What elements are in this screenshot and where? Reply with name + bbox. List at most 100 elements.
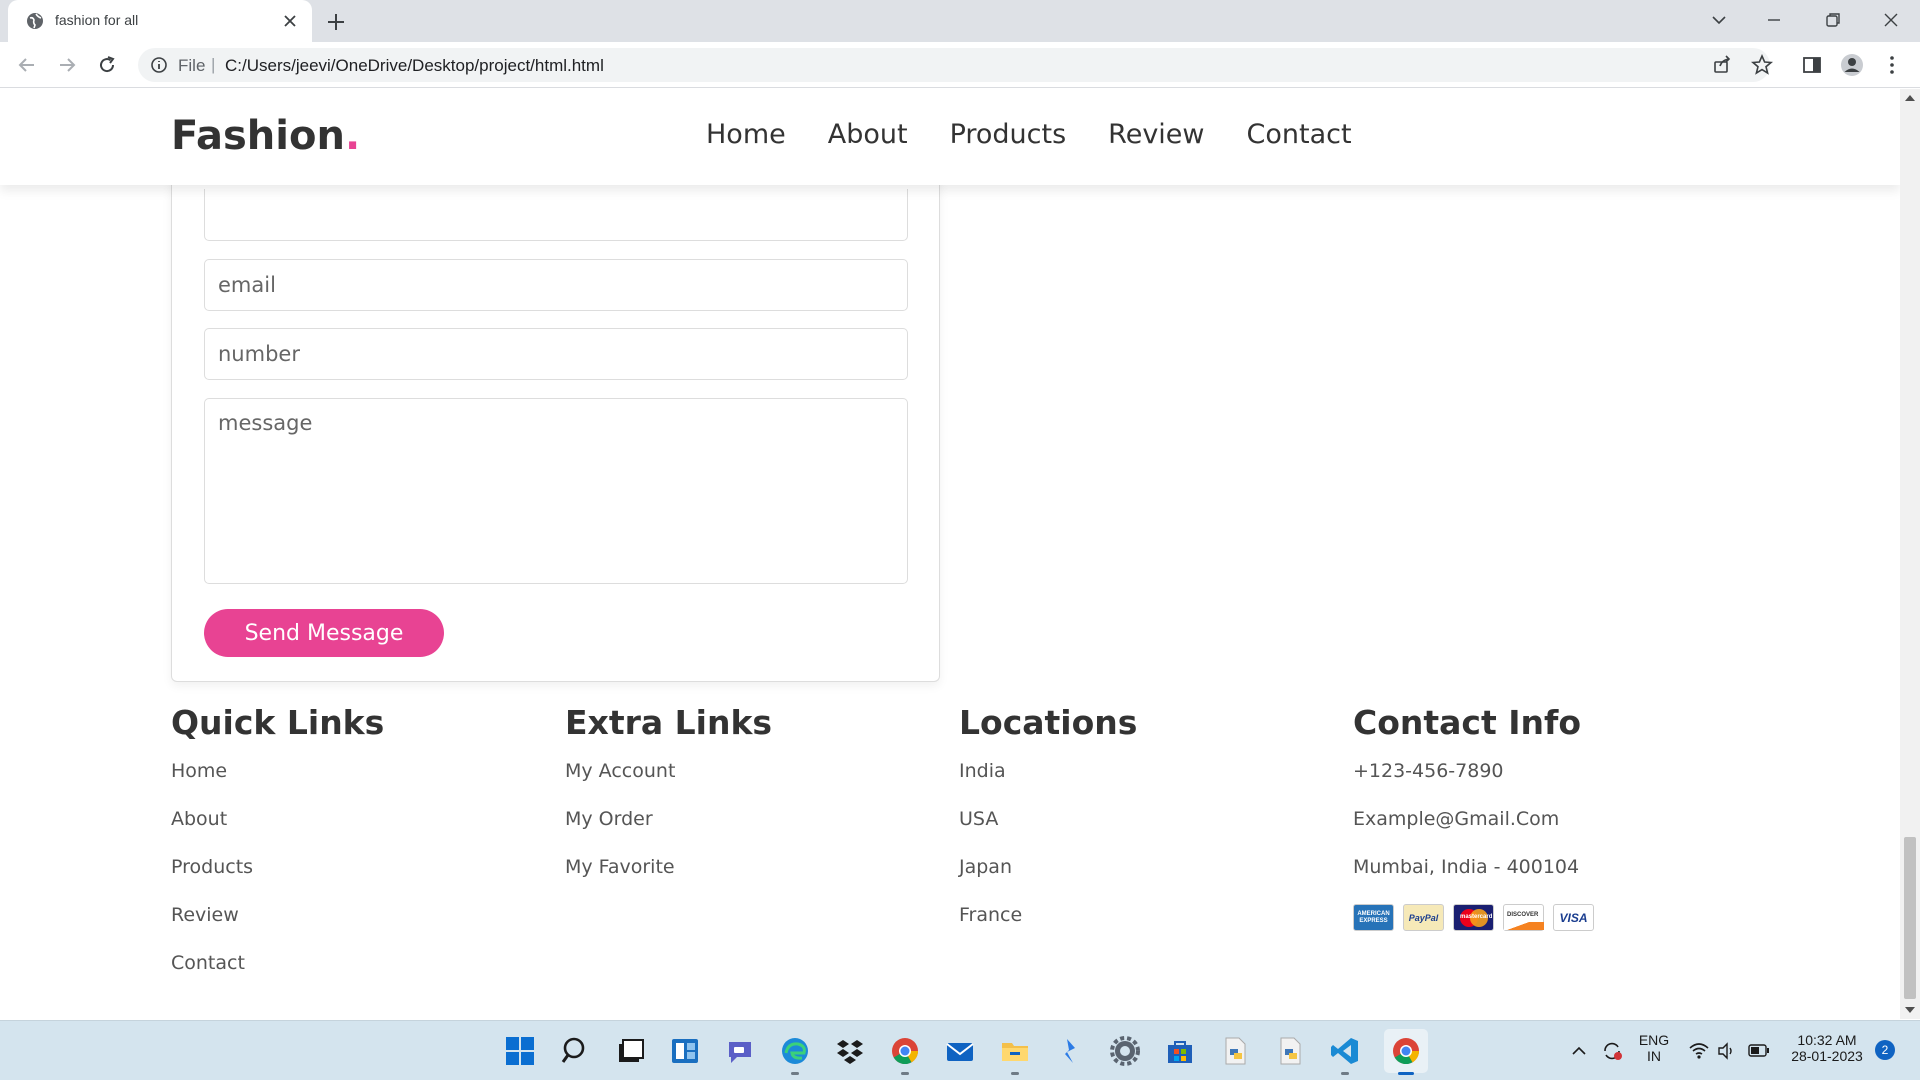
- start-windows-icon[interactable]: [504, 1035, 536, 1067]
- quick-link-about[interactable]: About: [171, 808, 551, 856]
- discover-card-text: DISCOVER: [1507, 912, 1539, 918]
- nav-contact[interactable]: Contact: [1247, 119, 1352, 150]
- payment-cards: AMERICAN EXPRESS PayPal mastercard DISCO…: [1353, 904, 1733, 931]
- battery-icon[interactable]: [1748, 1043, 1770, 1059]
- nav-home[interactable]: Home: [706, 119, 786, 150]
- extra-link-favorite[interactable]: My Favorite: [565, 856, 945, 904]
- page-viewport: Fashion. Home About Products Review Cont…: [0, 89, 1900, 1019]
- vscode-running-indicator: [1341, 1072, 1349, 1075]
- extra-link-order[interactable]: My Order: [565, 808, 945, 856]
- browser-tab[interactable]: fashion for all: [8, 0, 312, 42]
- url-text[interactable]: C:/Users/jeevi/OneDrive/Desktop/project/…: [225, 56, 604, 76]
- location-france[interactable]: France: [959, 904, 1339, 952]
- new-tab-icon[interactable]: [324, 10, 348, 34]
- contact-info-title: Contact Info: [1353, 703, 1582, 742]
- message-field[interactable]: [204, 398, 908, 584]
- python-idle-icon[interactable]: [1274, 1035, 1306, 1067]
- back-arrow-icon[interactable]: [15, 53, 39, 77]
- scroll-down-arrow[interactable]: [1905, 1007, 1915, 1013]
- vscode-icon[interactable]: [1329, 1035, 1361, 1075]
- bookmark-star-icon[interactable]: [1750, 53, 1774, 77]
- language-indicator[interactable]: ENG IN: [1636, 1032, 1672, 1064]
- share-icon[interactable]: [1710, 53, 1734, 77]
- page-scrollbar[interactable]: [1900, 89, 1920, 1019]
- location-usa[interactable]: USA: [959, 808, 1339, 856]
- quick-link-products[interactable]: Products: [171, 856, 551, 904]
- email-field[interactable]: [204, 259, 908, 311]
- extra-link-account[interactable]: My Account: [565, 760, 945, 808]
- quick-links-title: Quick Links: [171, 703, 385, 742]
- scroll-up-arrow[interactable]: [1905, 95, 1915, 101]
- amex-card-icon: AMERICAN EXPRESS: [1353, 904, 1394, 931]
- nav-about[interactable]: About: [828, 119, 908, 150]
- search-icon[interactable]: [559, 1035, 591, 1067]
- footer-locations: Locations India USA Japan France: [959, 703, 1339, 952]
- notification-badge[interactable]: 2: [1875, 1040, 1895, 1060]
- close-window-icon[interactable]: [1880, 9, 1902, 31]
- store-icon[interactable]: [1164, 1035, 1196, 1067]
- quick-link-contact[interactable]: Contact: [171, 952, 551, 1000]
- tab-title: fashion for all: [55, 12, 139, 28]
- edge-browser-icon[interactable]: [779, 1035, 811, 1075]
- show-hidden-icons-chevron-icon[interactable]: [1570, 1042, 1588, 1060]
- settings-gear-icon[interactable]: [1109, 1035, 1141, 1067]
- volume-icon[interactable]: [1716, 1041, 1736, 1061]
- restore-icon[interactable]: [1822, 9, 1844, 31]
- task-view-icon[interactable]: [614, 1035, 646, 1067]
- wifi-icon[interactable]: [1688, 1041, 1710, 1061]
- scroll-thumb[interactable]: [1904, 837, 1916, 999]
- quick-link-review[interactable]: Review: [171, 904, 551, 952]
- location-india[interactable]: India: [959, 760, 1339, 808]
- quick-link-home[interactable]: Home: [171, 760, 551, 808]
- discover-orange-stripe: [1504, 922, 1544, 930]
- chrome-icon[interactable]: [889, 1035, 921, 1075]
- name-field[interactable]: [204, 189, 908, 241]
- sync-status-icon[interactable]: [1600, 1039, 1624, 1063]
- python-file-icon[interactable]: [1219, 1035, 1251, 1067]
- visa-card-icon: VISA: [1553, 904, 1594, 931]
- clock-date: 28-01-2023: [1791, 1048, 1863, 1064]
- chrome-running-indicator: [901, 1072, 909, 1075]
- discover-card-icon: DISCOVER: [1503, 904, 1544, 931]
- file-explorer-icon[interactable]: [999, 1035, 1031, 1075]
- windows-taskbar: ENG IN 10:32 AM 28-01-2023: [0, 1020, 1920, 1080]
- site-logo[interactable]: Fashion.: [171, 113, 360, 159]
- minimize-icon[interactable]: [1763, 9, 1785, 31]
- footer-contact-info: Contact Info +123-456-7890 Example@Gmail…: [1353, 703, 1733, 931]
- visual-studio-icon[interactable]: [1054, 1035, 1086, 1067]
- close-tab-icon[interactable]: [280, 11, 300, 31]
- site-header: Fashion. Home About Products Review Cont…: [0, 89, 1900, 185]
- teams-chat-icon[interactable]: [724, 1035, 756, 1067]
- mastercard-card-text: mastercard: [1460, 914, 1493, 920]
- explorer-running-indicator: [1011, 1072, 1019, 1075]
- language-code: ENG: [1638, 1032, 1670, 1048]
- address-bar[interactable]: File | C:/Users/jeevi/OneDrive/Desktop/p…: [138, 48, 1774, 82]
- dropbox-icon[interactable]: [834, 1035, 866, 1067]
- side-panel-icon[interactable]: [1800, 53, 1824, 77]
- send-message-button[interactable]: Send Message: [204, 609, 444, 657]
- globe-icon: [27, 13, 43, 29]
- mail-icon[interactable]: [944, 1035, 976, 1067]
- forward-arrow-icon[interactable]: [55, 53, 79, 77]
- clock[interactable]: 10:32 AM 28-01-2023: [1784, 1032, 1870, 1064]
- chrome-active-indicator: [1398, 1072, 1414, 1075]
- nav-products[interactable]: Products: [950, 119, 1067, 150]
- contact-phone[interactable]: +123-456-7890: [1353, 760, 1733, 808]
- chrome-active-icon[interactable]: [1384, 1029, 1428, 1075]
- nav-review[interactable]: Review: [1108, 119, 1204, 150]
- edge-running-indicator: [791, 1072, 799, 1075]
- footer-quick-links: Quick Links Home About Products Review C…: [171, 703, 551, 1000]
- profile-avatar-icon[interactable]: [1840, 53, 1864, 77]
- reload-icon[interactable]: [95, 53, 119, 77]
- location-japan[interactable]: Japan: [959, 856, 1339, 904]
- tab-search-icon[interactable]: [1708, 9, 1730, 31]
- number-field[interactable]: [204, 328, 908, 380]
- locations-title: Locations: [959, 703, 1138, 742]
- info-icon[interactable]: [150, 56, 168, 74]
- contact-address[interactable]: Mumbai, India - 400104: [1353, 856, 1733, 904]
- menu-dots-icon[interactable]: [1880, 53, 1904, 77]
- scheme-label: File: [178, 56, 206, 75]
- widgets-icon[interactable]: [669, 1035, 701, 1067]
- contact-email[interactable]: Example@Gmail.Com: [1353, 808, 1733, 856]
- mastercard-card-icon: mastercard: [1453, 904, 1494, 931]
